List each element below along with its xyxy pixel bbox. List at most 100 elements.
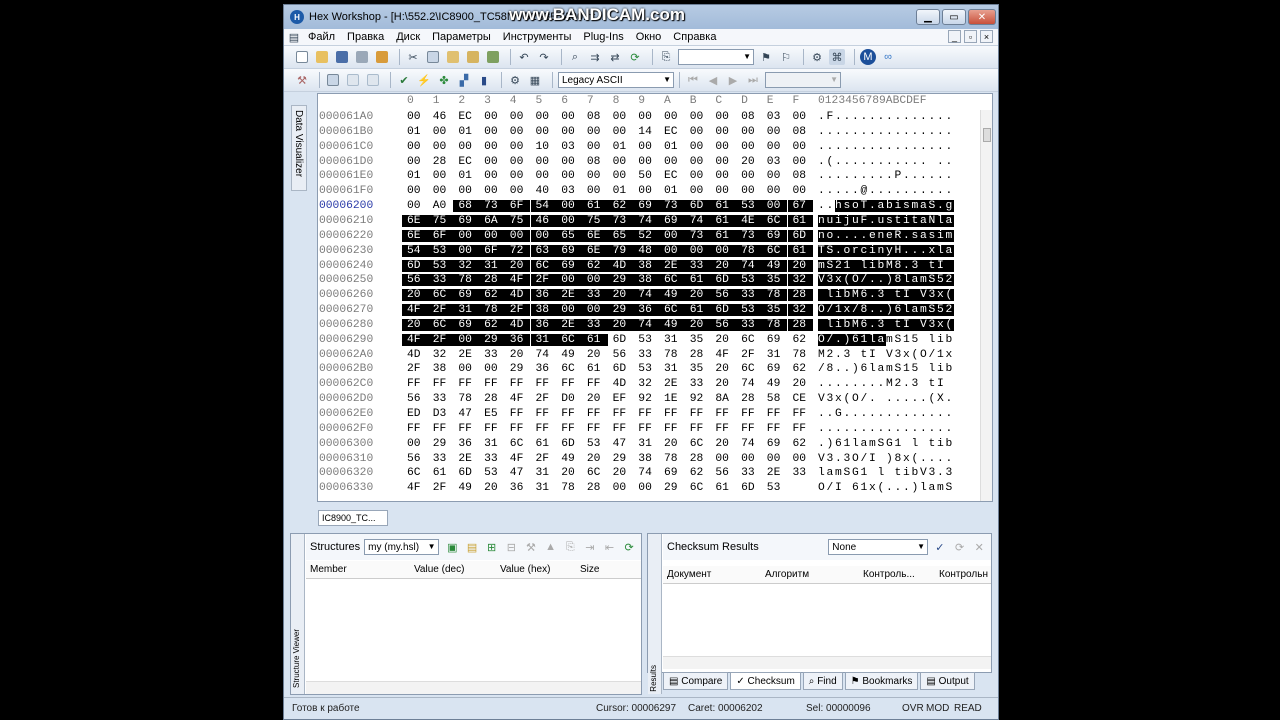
motorola-icon[interactable]: M	[860, 49, 876, 65]
expand-icon[interactable]: ⊞	[484, 539, 500, 555]
up-icon[interactable]: ▲	[543, 539, 559, 555]
properties-icon[interactable]	[374, 49, 390, 65]
hex-row[interactable]: 00006310 56 33 2E 33 4F 2F 49 20 29 38 78 28 00 00 00 00…	[318, 453, 988, 468]
structure-icon[interactable]: ⌘	[829, 49, 845, 65]
hex-row[interactable]: 00006240 6D 53 32 31 20 6C 69 62 4D 38 2E 33 20 74 49 20…	[318, 259, 988, 275]
structure-library-dropdown[interactable]: my (my.hsl) ▼	[364, 539, 439, 555]
record-dropdown[interactable]: ▼	[765, 72, 841, 88]
checksum-clear-icon[interactable]: ✕	[971, 539, 987, 555]
print-icon[interactable]	[354, 49, 370, 65]
hex-row[interactable]: 00006320 6C 61 6D 53 47 31 20 6C 20 74 69 62 56 33 2E 33…	[318, 467, 988, 482]
undo-icon[interactable]: ↶	[516, 49, 532, 65]
remove-struct-icon[interactable]: ⇤	[602, 539, 618, 555]
save-icon[interactable]	[334, 49, 350, 65]
checksum-refresh-icon[interactable]: ⟳	[952, 539, 968, 555]
maximize-button[interactable]: ▭	[942, 9, 966, 25]
tab-output[interactable]: ▤ Output	[920, 672, 975, 690]
scrollbar-thumb[interactable]	[983, 128, 991, 142]
export-struct-icon[interactable]: ⇥	[582, 539, 598, 555]
hex-row[interactable]: 000061B0 01 00 01 00 00 00 00 00 00 14 EC 00 00 00 00 08…	[318, 126, 988, 141]
paste-hex-icon[interactable]	[345, 72, 361, 88]
goto-dropdown[interactable]: ▼	[678, 49, 754, 65]
statistics-icon[interactable]: ▞	[456, 72, 472, 88]
copy-hex-icon[interactable]	[325, 72, 341, 88]
menu-edit[interactable]: Правка	[341, 31, 390, 43]
first-icon[interactable]: ⏮	[685, 72, 701, 88]
add-structure-icon[interactable]: ▣	[445, 539, 461, 555]
structure-viewer-side-tab[interactable]: Structure Viewer	[291, 534, 305, 694]
settings-icon[interactable]: ⚙	[507, 72, 523, 88]
hex-row[interactable]: 000062C0 FF FF FF FF FF FF FF FF 4D 32 2E 33 20 74 49 20…	[318, 378, 988, 393]
hex-row[interactable]: 000061D0 00 28 EC 00 00 00 00 08 00 00 00 00 00 20 03 00…	[318, 156, 988, 171]
open-file-icon[interactable]	[314, 49, 330, 65]
vertical-scrollbar[interactable]	[980, 110, 992, 501]
find-next-icon[interactable]: ⇉	[587, 49, 603, 65]
close-button[interactable]: ✕	[968, 9, 996, 25]
column-size[interactable]: Size	[580, 564, 599, 575]
hex-row[interactable]: 00006280 20 6C 69 62 4D 36 2E 33 20 74 49 20 56 33 78 28…	[318, 318, 988, 334]
hex-row[interactable]: 000062E0 ED D3 47 E5 FF FF FF FF FF FF FF FF FF FF FF FF…	[318, 408, 988, 423]
hex-row[interactable]: 000061E0 01 00 01 00 00 00 00 00 00 50 EC 00 00 00 00 08…	[318, 170, 988, 185]
hex-row[interactable]: 000061A0 00 46 EC 00 00 00 00 08 00 00 00 00 00 08 03 00…	[318, 111, 988, 126]
refresh-icon[interactable]: ⟳	[627, 49, 643, 65]
chart-icon[interactable]: ▮	[476, 72, 492, 88]
hex-row[interactable]: 00006250 56 33 78 28 4F 2F 00 00 29 38 6C 61 6D 53 35 32…	[318, 274, 988, 289]
previous-icon[interactable]: ◀	[705, 72, 721, 88]
mdi-close-button[interactable]: ×	[980, 30, 993, 43]
menu-options[interactable]: Параметры	[426, 31, 497, 43]
results-side-tab[interactable]: Results	[648, 534, 662, 694]
menu-window[interactable]: Окно	[630, 31, 668, 43]
column-value-dec[interactable]: Value (dec)	[414, 564, 464, 575]
replace-icon[interactable]: ⇄	[607, 49, 623, 65]
hex-row[interactable]: 00006220 6E 6F 00 00 00 00 65 6E 65 52 00 73 61 73 69 6D…	[318, 229, 988, 245]
checksum-tool-icon[interactable]: ✔	[396, 72, 412, 88]
paste-special-icon[interactable]	[465, 49, 481, 65]
menu-plugins[interactable]: Plug-Ins	[577, 31, 629, 43]
hex-row[interactable]: 00006230 54 53 00 6F 72 63 69 6E 79 48 00 00 00 78 6C 61…	[318, 244, 988, 260]
copy-struct-icon[interactable]: ⎘	[562, 539, 578, 555]
tab-compare[interactable]: ▤ Compare	[663, 672, 729, 690]
column-checksum[interactable]: Контроль...	[863, 569, 915, 580]
mdi-restore-button[interactable]: ▫	[964, 30, 977, 43]
column-algorithm[interactable]: Алгоритм	[765, 569, 809, 580]
column-member[interactable]: Member	[310, 564, 347, 575]
column-value-hex[interactable]: Value (hex)	[500, 564, 550, 575]
hex-row[interactable]: 00006200 00 A0 68 73 6F 54 00 61 62 69 73 6D 61 53 00 67…	[318, 200, 988, 215]
calculator-icon[interactable]: ▦	[527, 72, 543, 88]
checksum-horizontal-scrollbar[interactable]	[663, 656, 991, 669]
new-file-icon[interactable]	[294, 49, 310, 65]
bookmark-next-icon[interactable]: ⚐	[778, 49, 794, 65]
redo-icon[interactable]: ↷	[536, 49, 552, 65]
cut-icon[interactable]: ✂	[405, 49, 421, 65]
goto-icon[interactable]: ⎘	[658, 49, 674, 65]
document-tab[interactable]: IC8900_TC...	[318, 510, 388, 526]
data-visualizer-tab[interactable]: Data Visualizer	[291, 105, 307, 191]
hex-row[interactable]: 000061C0 00 00 00 00 00 10 03 00 01 00 01 00 00 00 00 00…	[318, 141, 988, 156]
structure-horizontal-scrollbar[interactable]	[306, 681, 641, 694]
hex-row[interactable]: 000062D0 56 33 78 28 4F 2F D0 20 EF 92 1E 92 8A 28 58 CE…	[318, 393, 988, 408]
hex-row[interactable]: 00006210 6E 75 69 6A 75 46 00 75 73 74 69 74 61 4E 6C 61…	[318, 214, 988, 230]
minimize-button[interactable]: ▁	[916, 9, 940, 25]
compare-icon[interactable]: ⚙	[809, 49, 825, 65]
hex-row[interactable]: 000062F0 FF FF FF FF FF FF FF FF FF FF FF FF FF FF FF FF…	[318, 423, 988, 438]
hex-row[interactable]: 00006290 4F 2F 00 29 36 31 6C 61 6D 53 31 35 20 6C 69 62…	[318, 333, 988, 349]
hex-row[interactable]: 000061F0 00 00 00 00 00 40 03 00 01 00 01 00 00 00 00 00…	[318, 185, 988, 200]
column-checksum-2[interactable]: Контрольн	[939, 569, 988, 580]
insert-icon[interactable]	[365, 72, 381, 88]
next-icon[interactable]: ▶	[725, 72, 741, 88]
operations-icon[interactable]: ⚡	[416, 72, 432, 88]
hammer-icon[interactable]: ⚒	[294, 72, 310, 88]
checksum-run-icon[interactable]: ✓	[932, 539, 948, 555]
hex-editor-view[interactable]: 0 1 2 3 4 5 6 7 8 9 A B C D E F 0123456789ABCDEF 000061A…	[317, 93, 993, 502]
find-icon[interactable]: ⌕	[567, 49, 583, 65]
menu-tools[interactable]: Инструменты	[497, 31, 578, 43]
tab-bookmarks[interactable]: ⚑ Bookmarks	[844, 672, 919, 690]
open-library-icon[interactable]: ▤	[464, 539, 480, 555]
hex-row[interactable]: 00006260 20 6C 69 62 4D 36 2E 33 20 74 49 20 56 33 78 28…	[318, 289, 988, 304]
tab-checksum[interactable]: ✓ Checksum	[730, 672, 801, 690]
hex-row[interactable]: 00006330 4F 2F 49 20 36 31 78 28 00 00 29 6C 61 6D 53 O /…	[318, 482, 988, 497]
paste-icon[interactable]	[445, 49, 461, 65]
hex-row[interactable]: 00006300 00 29 36 31 6C 61 6D 53 47 31 20 6C 20 74 69 62…	[318, 438, 988, 453]
last-icon[interactable]: ⏭	[745, 72, 761, 88]
menu-disk[interactable]: Диск	[390, 31, 426, 43]
